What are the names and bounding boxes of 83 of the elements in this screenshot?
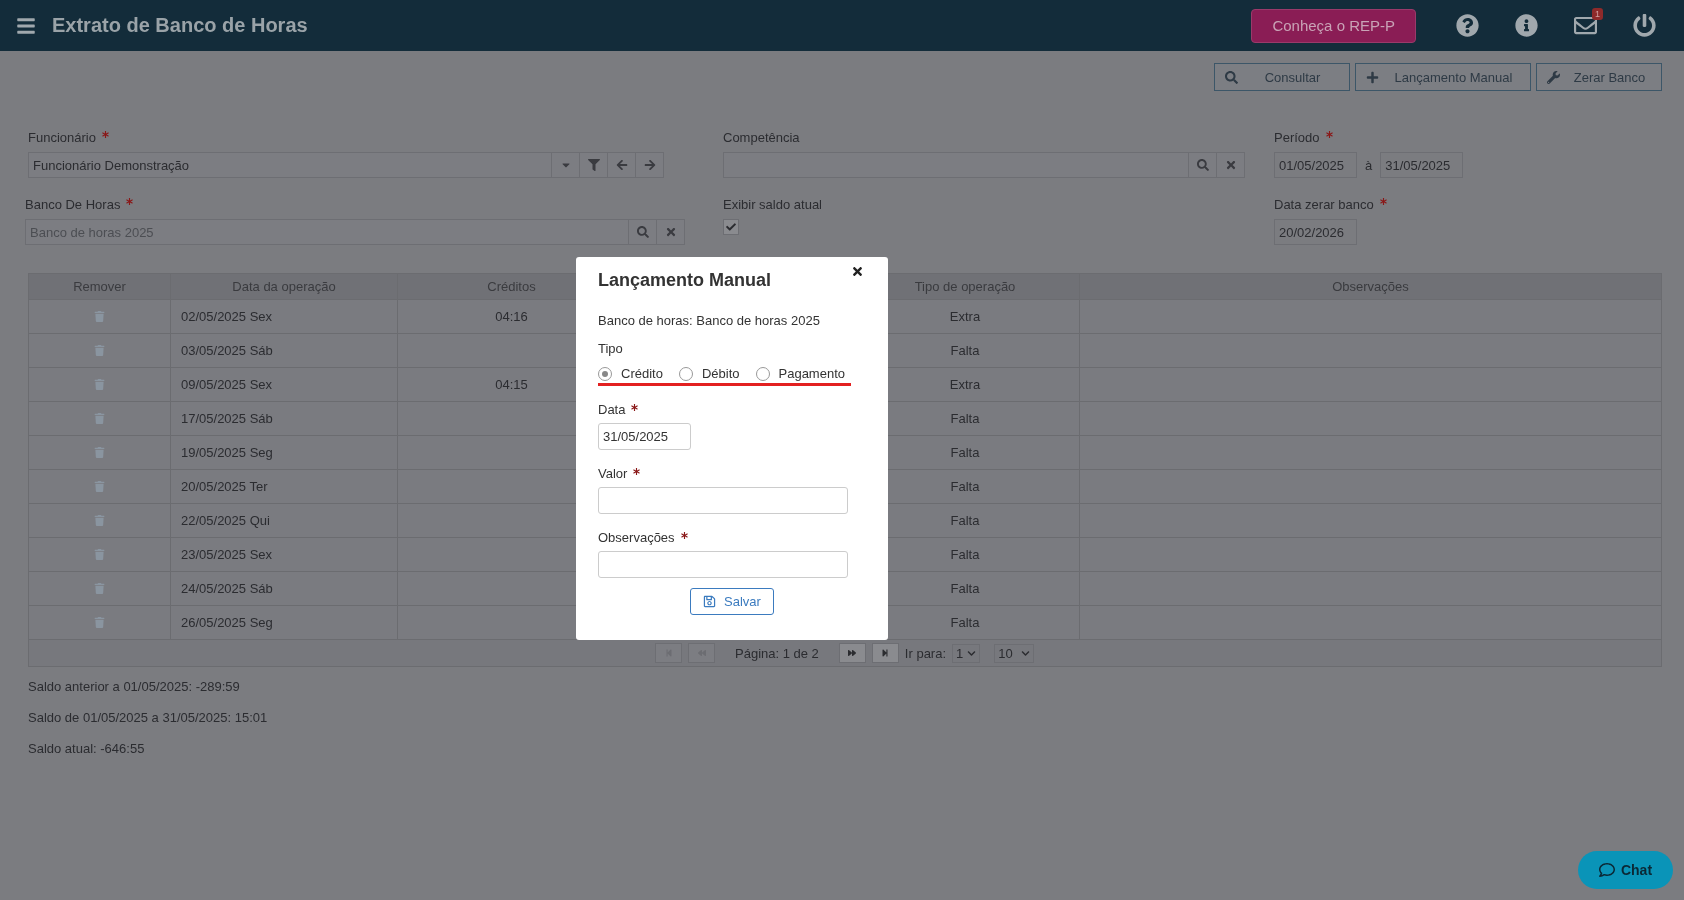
field-label: Tipo bbox=[598, 341, 624, 356]
trash-icon[interactable] bbox=[94, 311, 105, 322]
column-header: Observações bbox=[1331, 278, 1410, 296]
field-label: Período bbox=[1274, 129, 1320, 145]
close-button[interactable] bbox=[851, 265, 864, 278]
table-cell: 09/05/2025 Sex bbox=[171, 368, 398, 401]
value-input[interactable] bbox=[598, 487, 848, 514]
field-label: Funcionário bbox=[28, 129, 96, 145]
table-cell: 17/05/2025 Sáb bbox=[171, 402, 398, 435]
balance-text: Saldo atual: -646:55 bbox=[28, 741, 146, 756]
field-label: Banco De Horas bbox=[25, 196, 121, 212]
filter-icon bbox=[587, 159, 600, 171]
search-icon bbox=[1225, 70, 1238, 84]
speech-bubble-icon bbox=[1598, 862, 1615, 878]
table-cell: 19/05/2025 Seg bbox=[171, 436, 398, 469]
menu-icon[interactable] bbox=[16, 15, 36, 36]
close-icon bbox=[1224, 159, 1237, 171]
close-icon bbox=[664, 226, 677, 238]
trash-icon[interactable] bbox=[94, 617, 105, 628]
competence-field[interactable] bbox=[723, 152, 1245, 178]
trash-icon[interactable] bbox=[94, 515, 105, 526]
balance-text: Saldo anterior a 01/05/2025: -289:59 bbox=[28, 679, 241, 694]
page-indicator: Página: 1 de 2 bbox=[735, 645, 819, 661]
trash-icon[interactable] bbox=[94, 447, 105, 458]
info-icon[interactable] bbox=[1515, 14, 1538, 37]
employee-field[interactable]: Funcionário Demonstração bbox=[28, 152, 664, 178]
chevron-icon bbox=[967, 648, 977, 658]
goto-label: Ir para: bbox=[904, 645, 947, 661]
promo-button[interactable]: Conheça o REP-P bbox=[1251, 8, 1416, 43]
field-label: Valor bbox=[598, 466, 628, 481]
floppy-icon bbox=[703, 595, 717, 608]
plus-icon bbox=[1366, 70, 1379, 84]
table-cell: 23/05/2025 Sex bbox=[171, 538, 398, 571]
power-icon[interactable] bbox=[1633, 14, 1656, 37]
date-field[interactable]: 20/02/2026 bbox=[1274, 219, 1357, 245]
search-icon bbox=[1196, 159, 1209, 171]
search-icon bbox=[636, 226, 649, 238]
notes-input[interactable] bbox=[598, 551, 848, 578]
checkbox[interactable] bbox=[723, 219, 739, 235]
pager-button[interactable] bbox=[838, 643, 866, 663]
page-select[interactable]: 1 bbox=[952, 643, 981, 663]
trash-icon[interactable] bbox=[94, 549, 105, 560]
date-input[interactable]: 31/05/2025 bbox=[598, 423, 691, 450]
toolbar-button[interactable]: Lançamento Manual bbox=[1355, 63, 1531, 91]
balance-text: Saldo de 01/05/2025 a 31/05/2025: 15:01 bbox=[28, 710, 269, 725]
range-separator: à bbox=[1365, 157, 1373, 173]
field-label: Observações bbox=[598, 530, 675, 545]
table-cell: 02/05/2025 Sex bbox=[171, 300, 398, 333]
radio-label: Pagamento bbox=[778, 366, 845, 381]
last-page-icon bbox=[881, 649, 890, 657]
page-title: Extrato de Banco de Horas bbox=[52, 14, 309, 37]
arrow-left-icon bbox=[615, 159, 628, 171]
field-label: Data bbox=[598, 402, 626, 417]
pager-button[interactable] bbox=[871, 643, 899, 663]
wrench-icon bbox=[1547, 70, 1560, 84]
toolbar-button[interactable]: Consultar bbox=[1214, 63, 1350, 91]
trash-icon[interactable] bbox=[94, 379, 105, 390]
trash-icon[interactable] bbox=[94, 481, 105, 492]
page-size-select[interactable]: 10 bbox=[994, 643, 1035, 663]
fast-forward-icon bbox=[848, 649, 857, 657]
mail-icon[interactable] bbox=[1574, 14, 1597, 37]
check-icon bbox=[726, 222, 736, 232]
table-cell: 22/05/2025 Qui bbox=[171, 504, 398, 537]
table-cell: 26/05/2025 Seg bbox=[171, 606, 398, 639]
field-label: Data zerar banco bbox=[1274, 196, 1374, 212]
date-field[interactable]: 31/05/2025 bbox=[1380, 152, 1464, 178]
trash-icon[interactable] bbox=[94, 345, 105, 356]
toolbar-button[interactable]: Zerar Banco bbox=[1536, 63, 1662, 91]
table-cell: 24/05/2025 Sáb bbox=[171, 572, 398, 605]
help-icon[interactable] bbox=[1456, 14, 1479, 37]
arrow-right-icon bbox=[643, 159, 656, 171]
field-label: Exibir saldo atual bbox=[723, 196, 823, 212]
table-cell: 03/05/2025 Sáb bbox=[171, 334, 398, 367]
radio-label: Débito bbox=[701, 366, 740, 381]
field-label: Competência bbox=[723, 129, 800, 145]
save-button[interactable]: Salvar bbox=[690, 588, 774, 615]
chat-button[interactable]: Chat bbox=[1578, 851, 1673, 889]
trash-icon[interactable] bbox=[94, 413, 105, 424]
table-cell: 20/05/2025 Ter bbox=[171, 470, 398, 503]
trash-icon[interactable] bbox=[94, 583, 105, 594]
notification-badge: 1 bbox=[1592, 8, 1603, 20]
chevron-icon bbox=[1021, 648, 1031, 658]
date-field[interactable]: 01/05/2025 bbox=[1274, 152, 1357, 178]
